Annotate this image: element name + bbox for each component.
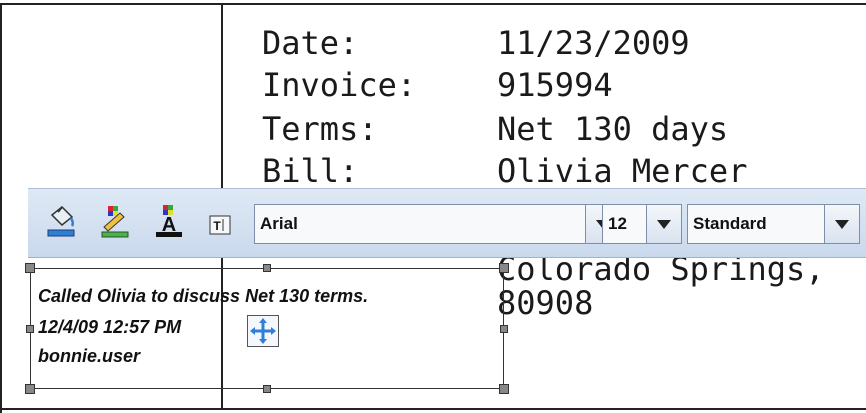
chevron-down-icon[interactable]: [646, 205, 681, 243]
svg-text:T: T: [213, 219, 221, 233]
resize-handle-top-left[interactable]: [25, 263, 35, 273]
resize-handle-middle-left[interactable]: [26, 325, 34, 333]
terms-value: Net 130 days: [497, 110, 729, 148]
move-arrows-icon[interactable]: [247, 315, 279, 347]
line-color-icon[interactable]: [98, 203, 132, 239]
resize-handle-bottom-middle[interactable]: [263, 385, 271, 393]
paint-bucket-icon[interactable]: [44, 203, 78, 239]
annotation-text-line: Called Olivia to discuss Net 130 terms.: [38, 286, 369, 306]
bill-value: Olivia Mercer: [497, 152, 748, 190]
text-box-icon[interactable]: T: [209, 214, 231, 236]
page-border-bottom: [0, 408, 866, 410]
font-style-value: Standard: [693, 214, 767, 233]
font-size-select[interactable]: 12: [602, 204, 682, 244]
resize-handle-top-middle[interactable]: [263, 264, 271, 272]
font-size-value: 12: [608, 214, 627, 233]
invoice-value: 915994: [497, 66, 613, 104]
invoice-label: Invoice:: [262, 66, 417, 104]
terms-label: Terms:: [262, 110, 378, 148]
bill-label: Bill:: [262, 152, 359, 190]
font-family-select[interactable]: Arial: [254, 204, 621, 244]
date-value: 11/23/2009: [497, 24, 690, 62]
resize-handle-bottom-left[interactable]: [25, 384, 35, 394]
annotation-author: bonnie.user: [38, 346, 141, 366]
chevron-down-icon[interactable]: [824, 205, 859, 243]
annotation-format-toolbar: A T Arial 12 Standard: [28, 188, 866, 258]
font-family-value: Arial: [260, 214, 298, 233]
page-border-left: [0, 3, 2, 413]
date-label: Date:: [262, 24, 359, 62]
resize-handle-middle-right[interactable]: [500, 325, 508, 333]
annotation-timestamp: 12/4/09 12:57 PM: [38, 317, 182, 337]
text-color-icon[interactable]: A: [152, 203, 186, 239]
resize-handle-bottom-right[interactable]: [499, 384, 509, 394]
font-style-select[interactable]: Standard: [687, 204, 860, 244]
page-border-top: [0, 3, 866, 5]
resize-handle-top-right[interactable]: [499, 263, 509, 273]
zip-code: 80908: [497, 284, 594, 322]
